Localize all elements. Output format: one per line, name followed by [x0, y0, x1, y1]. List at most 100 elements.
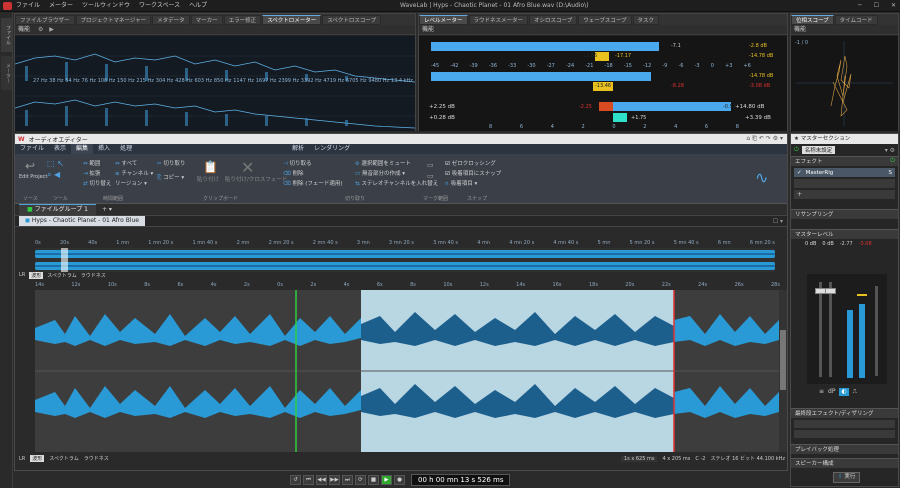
fader-right-handle[interactable] — [825, 288, 836, 294]
settings-icon[interactable]: ⚙ — [38, 26, 43, 33]
forward-icon[interactable]: ▶▶ — [329, 474, 340, 485]
tab-spectrometer[interactable]: スペクトロメーター — [262, 14, 322, 25]
marker-icons[interactable]: ▭ ▭ — [427, 160, 434, 182]
snap-marks-checkbox[interactable]: ☑ 吸着項目にスナップ — [445, 170, 501, 178]
lr-toggle[interactable]: LR — [19, 456, 25, 462]
speaker-header[interactable]: スピーカー構成 — [791, 458, 898, 468]
panel-options-icon[interactable]: ☐ ▾ — [773, 218, 787, 225]
slot-toggle-icon[interactable]: ✓ — [797, 170, 802, 176]
preset-button[interactable]: 名称未設定 — [801, 146, 836, 154]
close-icon[interactable]: ✕ — [891, 0, 896, 12]
trim-button[interactable]: ⊣ 切り取る — [283, 160, 312, 168]
final-effects-header[interactable]: 最終段エフェクト/ディザリング — [791, 408, 898, 418]
lr-toggle[interactable]: LR — [19, 272, 25, 279]
final-slot-2[interactable] — [794, 430, 895, 438]
output-fader[interactable] — [875, 286, 878, 376]
zoom-tool-icon[interactable]: ⌕ — [47, 170, 51, 179]
view-tab-loudness[interactable]: ラウドネス — [84, 455, 109, 462]
final-slot-1[interactable] — [794, 420, 895, 428]
record-icon[interactable]: ● — [394, 474, 405, 485]
menu-help[interactable]: ヘルプ — [189, 0, 207, 12]
play-button[interactable]: ▶ — [381, 474, 392, 485]
header-toolbar-icons[interactable]: ⌂ ⎗ ↶ ↷ ⚙ ▾ — [746, 135, 787, 143]
mute-selection-button[interactable]: ⊘ 選択範囲をミュート — [355, 160, 411, 168]
file-group-tab[interactable]: ■ ファイルグループ 1 — [19, 204, 96, 215]
tab-project-manager[interactable]: プロジェクトマネージャー — [75, 14, 152, 25]
tab-tasks[interactable]: タスク — [632, 14, 660, 25]
ribbon-tab-insert[interactable]: 挿入 — [93, 144, 115, 154]
ribbon-tab-edit[interactable]: 編集 — [71, 144, 94, 154]
render-button[interactable]: ⇩ 実行 — [833, 472, 861, 483]
minimize-icon[interactable]: ─ — [858, 0, 862, 12]
tab-metadata[interactable]: メタデータ — [152, 14, 190, 25]
overview-waveform[interactable] — [35, 248, 775, 272]
stereo-swap-button[interactable]: ⇆ ステレオチャンネルを入れ替え — [355, 180, 438, 188]
loop-icon[interactable]: ↺ — [290, 474, 301, 485]
go-end-icon[interactable]: ⏭ — [342, 474, 353, 485]
vertical-scrollbar[interactable] — [779, 290, 787, 452]
play-icon[interactable]: ▶ — [49, 26, 54, 33]
add-group-icon[interactable]: + ▾ — [102, 206, 112, 213]
view-tab-spectrum[interactable]: スペクトラム — [47, 272, 77, 279]
range-button[interactable]: ⇔ 範囲 — [83, 160, 100, 168]
ribbon-tab-file[interactable]: ファイル — [15, 144, 49, 154]
delete-fade-button[interactable]: ⌫ 削除 (フェード適用) — [283, 180, 343, 188]
power-icon[interactable]: ⏻ — [794, 146, 799, 154]
tab-loudness-meter[interactable]: ラウドネスメーター — [468, 14, 529, 25]
playback-header[interactable]: プレイバック処理 — [791, 444, 898, 454]
pointer-tool-icon[interactable]: ↖ — [57, 159, 64, 168]
tab-wavescope[interactable]: ウェーブスコープ — [578, 14, 632, 25]
dither-icon[interactable]: dP — [828, 388, 835, 396]
route-icon[interactable]: ⎍ — [853, 388, 857, 396]
tab-phasescope[interactable]: 位相スコープ — [791, 14, 834, 25]
snap-items-button[interactable]: ∩ 吸着項目 ▾ — [445, 180, 477, 188]
delete-button[interactable]: ⌫ 削除 — [283, 170, 304, 178]
mode-label[interactable]: 機能 — [791, 26, 806, 33]
ribbon-tab-process[interactable]: 処理 — [115, 144, 137, 154]
select-tool-icon[interactable]: ⬚ — [47, 159, 55, 168]
menu-toolwindow[interactable]: ツールウィンドウ — [82, 0, 130, 12]
rewind-icon[interactable]: ◀◀ — [316, 474, 327, 485]
mode-label[interactable]: 機能 — [419, 26, 434, 33]
view-tab-spectrum[interactable]: スペクトラム — [49, 455, 79, 462]
view-tab-waveform[interactable]: 波形 — [30, 455, 45, 462]
menu-file[interactable]: ファイル — [16, 0, 40, 12]
side-tab-meter[interactable]: メーター — [1, 56, 12, 90]
tab-timecode[interactable]: タイムコード — [834, 14, 878, 25]
tab-oscilloscope[interactable]: オシロスコープ — [529, 14, 578, 25]
zero-crossing-checkbox[interactable]: ☑ ゼロクロッシング — [445, 160, 496, 168]
play-tool-icon[interactable]: ◀ — [54, 170, 60, 179]
go-start-icon[interactable]: ⏮ — [303, 474, 314, 485]
solo-icon[interactable]: S — [889, 170, 893, 176]
tab-spectroscope[interactable]: スペクトロスコープ — [322, 14, 382, 25]
tab-markers[interactable]: マーカー — [190, 14, 223, 25]
stop-icon[interactable]: ■ — [368, 474, 379, 485]
mono-icon[interactable]: ◐ — [839, 388, 849, 396]
link-icon[interactable]: ≡ — [819, 388, 824, 396]
region-button[interactable]: リージョン ▾ — [115, 180, 147, 188]
effect-slot-add[interactable]: + — [794, 190, 895, 199]
cycle-icon[interactable]: ⟳ — [355, 474, 366, 485]
crossfade-paste-icon[interactable]: ✕ — [241, 158, 254, 177]
tab-file-browser[interactable]: ファイルブラウザー — [15, 14, 75, 25]
view-tab-waveform[interactable]: 波形 — [29, 272, 44, 279]
edit-project-button[interactable]: ↩ Edit Project — [19, 159, 47, 181]
time-display[interactable]: 00 h 00 mn 13 s 526 ms — [411, 473, 511, 486]
ribbon-tab-view[interactable]: 表示 — [49, 144, 71, 154]
tab-level-meter[interactable]: レベルメーター — [419, 14, 468, 25]
main-waveform[interactable] — [35, 290, 779, 452]
create-silence-button[interactable]: ▭ 無音部分の作成 ▾ — [355, 170, 405, 178]
format-readout[interactable]: ステレオ 16 ビット 44.100 kHz — [711, 455, 786, 462]
zoom-readout[interactable]: 1s x 625 ms — [620, 455, 658, 462]
effect-slot-1[interactable]: ✓ MasterRig S — [794, 168, 895, 177]
master-level-header[interactable]: マスターレベル — [791, 229, 898, 239]
resampling-header[interactable]: リサンプリング — [791, 209, 898, 219]
ribbon-tab-analysis[interactable]: 解析 — [287, 144, 309, 154]
maximize-icon[interactable]: ☐ — [874, 0, 879, 12]
ribbon-tab-render[interactable]: レンダリング — [309, 144, 355, 154]
copy-button[interactable]: ⎘ コピー ▾ — [157, 174, 184, 182]
effect-slot-empty[interactable] — [794, 179, 895, 188]
extend-button[interactable]: ⇥ 拡張 — [83, 170, 100, 178]
menu-meter[interactable]: メーター — [49, 0, 73, 12]
toggle-button[interactable]: ⇄ 切り替え — [83, 180, 111, 188]
